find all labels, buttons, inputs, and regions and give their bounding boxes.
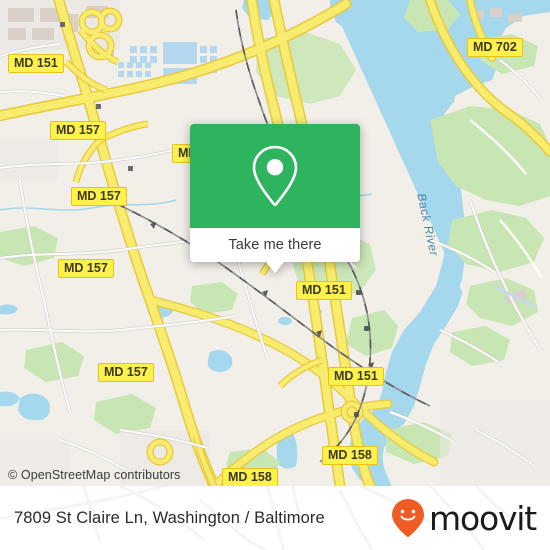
- moovit-smiley-pin-icon: [392, 499, 425, 537]
- road-shield-md-158: MD 158: [322, 446, 378, 465]
- road-shield-md-151: MD 151: [8, 54, 64, 73]
- road-shield-md-157: MD 157: [58, 259, 114, 278]
- road-shield-md-157: MD 157: [98, 363, 154, 382]
- map-screenshot-root: © OpenStreetMap contributors MD 151 MD 7…: [0, 0, 550, 550]
- destination-popup-card[interactable]: Take me there: [190, 124, 360, 273]
- road-shield-md-151: MD 151: [296, 281, 352, 300]
- location-pin-icon: [252, 145, 298, 207]
- road-shield-md-157: MD 157: [71, 187, 127, 206]
- location-title: 7809 St Claire Ln, Washington / Baltimor…: [14, 508, 325, 527]
- road-shield-md-702: MD 702: [467, 38, 523, 57]
- moovit-brand: moovit: [391, 498, 537, 538]
- road-shield-md-157: MD 157: [50, 121, 106, 140]
- popup-pointer-tail: [266, 262, 284, 273]
- road-shield-md-158: MD 158: [222, 468, 278, 486]
- osm-attribution: © OpenStreetMap contributors: [8, 468, 181, 482]
- popup-marker-area: [190, 124, 360, 228]
- footer-bar: 7809 St Claire Ln, Washington / Baltimor…: [0, 486, 550, 550]
- map-canvas[interactable]: © OpenStreetMap contributors MD 151 MD 7…: [0, 0, 550, 486]
- road-shield-md-151: MD 151: [328, 367, 384, 386]
- popup-cta-area[interactable]: Take me there: [190, 228, 360, 262]
- take-me-there-label: Take me there: [228, 237, 322, 253]
- moovit-wordmark: moovit: [429, 498, 537, 538]
